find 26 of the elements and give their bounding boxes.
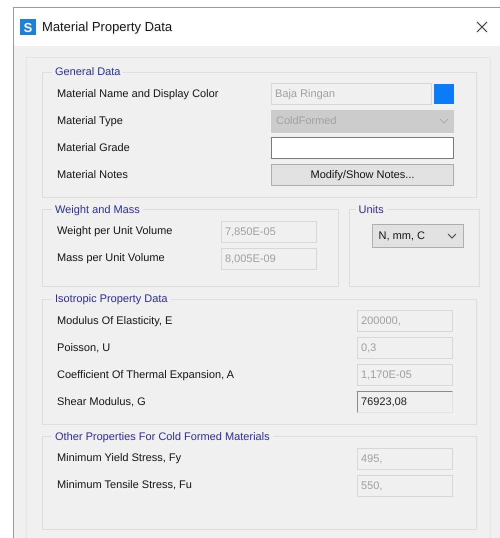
close-icon bbox=[476, 21, 488, 33]
field-label: Material Type bbox=[57, 114, 124, 129]
group-title: Units bbox=[358, 202, 385, 218]
field-label: Poisson, U bbox=[57, 340, 112, 356]
group-title: Isotropic Property Data bbox=[54, 292, 168, 307]
chevron-down-icon bbox=[446, 233, 457, 239]
field-label: Mass per Unit Volume bbox=[57, 251, 166, 266]
text-field[interactable] bbox=[271, 137, 454, 159]
units-dropdown[interactable]: N, mm, C bbox=[372, 224, 464, 248]
field-label: Material Name and Display Color bbox=[57, 86, 220, 102]
field-label: Minimum Tensile Stress, Fu bbox=[57, 478, 193, 494]
field-label: Material Grade bbox=[57, 140, 131, 156]
field-label: Coefficient Of Thermal Expansion, A bbox=[57, 368, 235, 383]
group-title: Weight and Mass bbox=[54, 202, 141, 218]
group-title: General Data bbox=[54, 65, 122, 80]
field-label: Weight per Unit Volume bbox=[57, 224, 174, 240]
window-title: Material Property Data bbox=[42, 18, 172, 36]
text-field[interactable]: 76923,08 bbox=[357, 391, 453, 413]
group-title: Other Properties For Cold Formed Materials bbox=[54, 430, 271, 444]
chevron-down-icon bbox=[439, 118, 449, 124]
app-logo: S bbox=[20, 19, 36, 35]
field-label: Shear Modulus, G bbox=[57, 394, 147, 410]
field-label: Minimum Yield Stress, Fy bbox=[57, 451, 182, 466]
modify-notes-button[interactable]: Modify/Show Notes... bbox=[271, 164, 454, 186]
field-label: Modulus Of Elasticity, E bbox=[57, 314, 174, 329]
field-label: Material Notes bbox=[57, 168, 129, 183]
